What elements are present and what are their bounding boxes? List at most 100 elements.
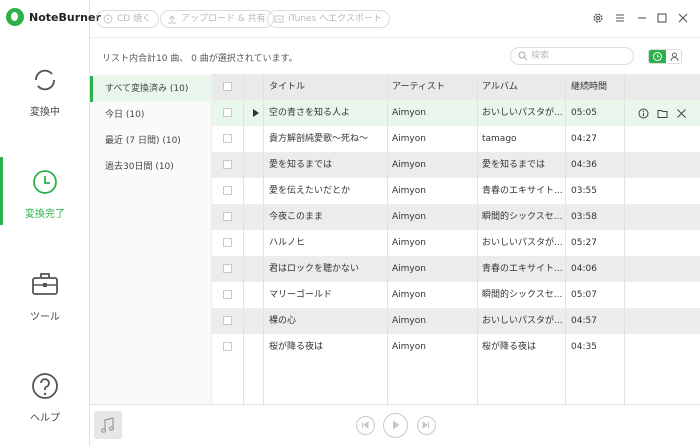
settings-icon[interactable] (592, 12, 604, 24)
column-header-album[interactable]: アルバム (482, 74, 518, 100)
table-row[interactable]: 空の青さを知る人よ Aimyon おいしいパスタが... 05:05 (212, 100, 700, 126)
table-header: タイトル アーティスト アルバム 継続時間 (212, 74, 700, 100)
minimize-icon[interactable] (636, 12, 648, 24)
sidebar-item-tools[interactable]: ツール (0, 268, 90, 348)
sync-icon (35, 69, 55, 91)
cell-duration: 03:58 (571, 212, 597, 222)
next-button[interactable] (417, 416, 436, 435)
cell-artist: Aimyon (392, 316, 426, 326)
row-checkbox[interactable] (223, 212, 232, 221)
play-button[interactable] (383, 413, 408, 438)
sidebar-item-converted[interactable]: 変換完了 (0, 165, 90, 245)
cd-icon (103, 14, 113, 24)
sidebar: NoteBurner 変換中 変換完了 ツール ヘルプ (0, 0, 101, 446)
itunes-export-label: iTunes へエクスポート (288, 14, 382, 24)
filter-label: 過去30日間 (10) (105, 162, 174, 172)
table-row[interactable]: 裸の心 Aimyon おいしいパスタが... 04:57 (212, 308, 700, 334)
help-icon (32, 373, 58, 399)
upload-share-label: アップロード & 共有 (181, 14, 266, 24)
cell-album: 瞬間的シックスセ... (482, 212, 563, 222)
close-icon[interactable] (677, 12, 689, 24)
select-all-checkbox[interactable] (223, 82, 232, 91)
cell-artist: Aimyon (392, 134, 426, 144)
upload-icon (168, 15, 176, 24)
album-art (94, 411, 122, 439)
row-checkbox[interactable] (223, 264, 232, 273)
row-checkbox[interactable] (223, 160, 232, 169)
cell-title: マリーゴールド (269, 290, 333, 300)
clock-icon (653, 52, 662, 61)
column-divider (243, 74, 244, 404)
table-row[interactable]: 愛を伝えたいだとか Aimyon 青春のエキサイト... 03:55 (212, 178, 700, 204)
menu-icon[interactable] (614, 12, 626, 24)
noteburner-logo-icon (6, 8, 24, 26)
cell-title: 君はロックを聴かない (269, 264, 360, 274)
sidebar-item-help[interactable]: ヘルプ (0, 369, 90, 446)
now-playing-icon (253, 109, 259, 117)
previous-button[interactable] (356, 416, 375, 435)
cell-duration: 04:35 (571, 342, 597, 352)
filter-panel: すべて変換済み (10) 今日 (10) 最近 (7 日間) (10) 過去30… (90, 74, 212, 404)
sidebar-item-label: ヘルプ (30, 413, 60, 424)
sidebar-item-converting[interactable]: 変換中 (0, 63, 90, 143)
cell-artist: Aimyon (392, 212, 426, 222)
table-row[interactable]: ハルノヒ Aimyon おいしいパスタが... 05:27 (212, 230, 700, 256)
burn-cd-button[interactable]: CD 焼く (96, 10, 160, 28)
cell-title: 今夜このまま (269, 212, 324, 222)
cell-album: 桜が降る夜は (482, 342, 537, 352)
row-checkbox[interactable] (223, 316, 232, 325)
cell-album: おいしいパスタが... (482, 316, 563, 326)
table-row[interactable]: 君はロックを聴かない Aimyon 青春のエキサイト... 04:06 (212, 256, 700, 282)
table-row[interactable]: 貴方解剖純愛歌～死ね～ Aimyon tamago 04:27 (212, 126, 700, 152)
row-checkbox[interactable] (223, 108, 232, 117)
cell-title: 裸の心 (269, 316, 297, 326)
info-icon[interactable] (638, 108, 649, 119)
cell-duration: 03:55 (571, 186, 597, 196)
cell-artist: Aimyon (392, 264, 426, 274)
column-header-duration[interactable]: 継続時間 (571, 74, 607, 100)
filter-last-7-days[interactable]: 最近 (7 日間) (10) (90, 128, 212, 154)
cell-artist: Aimyon (392, 186, 426, 196)
cell-artist: Aimyon (392, 108, 426, 118)
column-divider (387, 74, 388, 404)
sidebar-item-label: ツール (30, 312, 60, 323)
maximize-icon[interactable] (656, 12, 668, 24)
filter-all-converted[interactable]: すべて変換済み (10) (90, 76, 212, 102)
row-checkbox[interactable] (223, 342, 232, 351)
toolbox-icon (32, 273, 58, 295)
cell-duration: 05:27 (571, 238, 597, 248)
export-icon (274, 15, 284, 23)
cell-title: 空の青さを知る人よ (269, 108, 351, 118)
row-checkbox[interactable] (223, 238, 232, 247)
cell-duration: 04:36 (571, 160, 597, 170)
table-row[interactable]: 今夜このまま Aimyon 瞬間的シックスセ... 03:58 (212, 204, 700, 230)
row-checkbox[interactable] (223, 186, 232, 195)
table-row[interactable]: マリーゴールド Aimyon 瞬間的シックスセ... 05:07 (212, 282, 700, 308)
filter-today[interactable]: 今日 (10) (90, 102, 212, 128)
upload-share-button[interactable]: アップロード & 共有 (160, 10, 274, 28)
app-logo: NoteBurner (6, 8, 101, 26)
row-checkbox[interactable] (223, 290, 232, 299)
itunes-export-button[interactable]: iTunes へエクスポート (267, 10, 390, 28)
sidebar-item-label: 変換完了 (25, 209, 65, 220)
filter-label: 今日 (10) (105, 110, 145, 120)
row-checkbox[interactable] (223, 134, 232, 143)
cell-duration: 04:06 (571, 264, 597, 274)
search-box[interactable] (510, 47, 634, 65)
table-row[interactable]: 愛を知るまでは Aimyon 愛を知るまでは 04:36 (212, 152, 700, 178)
folder-icon[interactable] (657, 108, 668, 119)
cell-album: 瞬間的シックスセ... (482, 290, 563, 300)
close-icon[interactable] (676, 108, 687, 119)
filter-label: 最近 (7 日間) (10) (105, 136, 181, 146)
view-toggle[interactable] (648, 49, 682, 64)
cell-album: 愛を知るまでは (482, 160, 546, 170)
player-bar (90, 404, 700, 446)
table-row[interactable]: 桜が降る夜は Aimyon 桜が降る夜は 04:35 (212, 334, 700, 360)
selection-summary: リスト内合計10 曲、 0 曲が選択されています。 (102, 54, 298, 64)
artist-view-button[interactable] (666, 50, 681, 63)
column-header-artist[interactable]: アーティスト (392, 74, 445, 100)
clock-view-button[interactable] (649, 50, 666, 63)
search-input[interactable] (531, 49, 627, 63)
filter-last-30-days[interactable]: 過去30日間 (10) (90, 154, 212, 180)
column-header-title[interactable]: タイトル (269, 74, 305, 100)
